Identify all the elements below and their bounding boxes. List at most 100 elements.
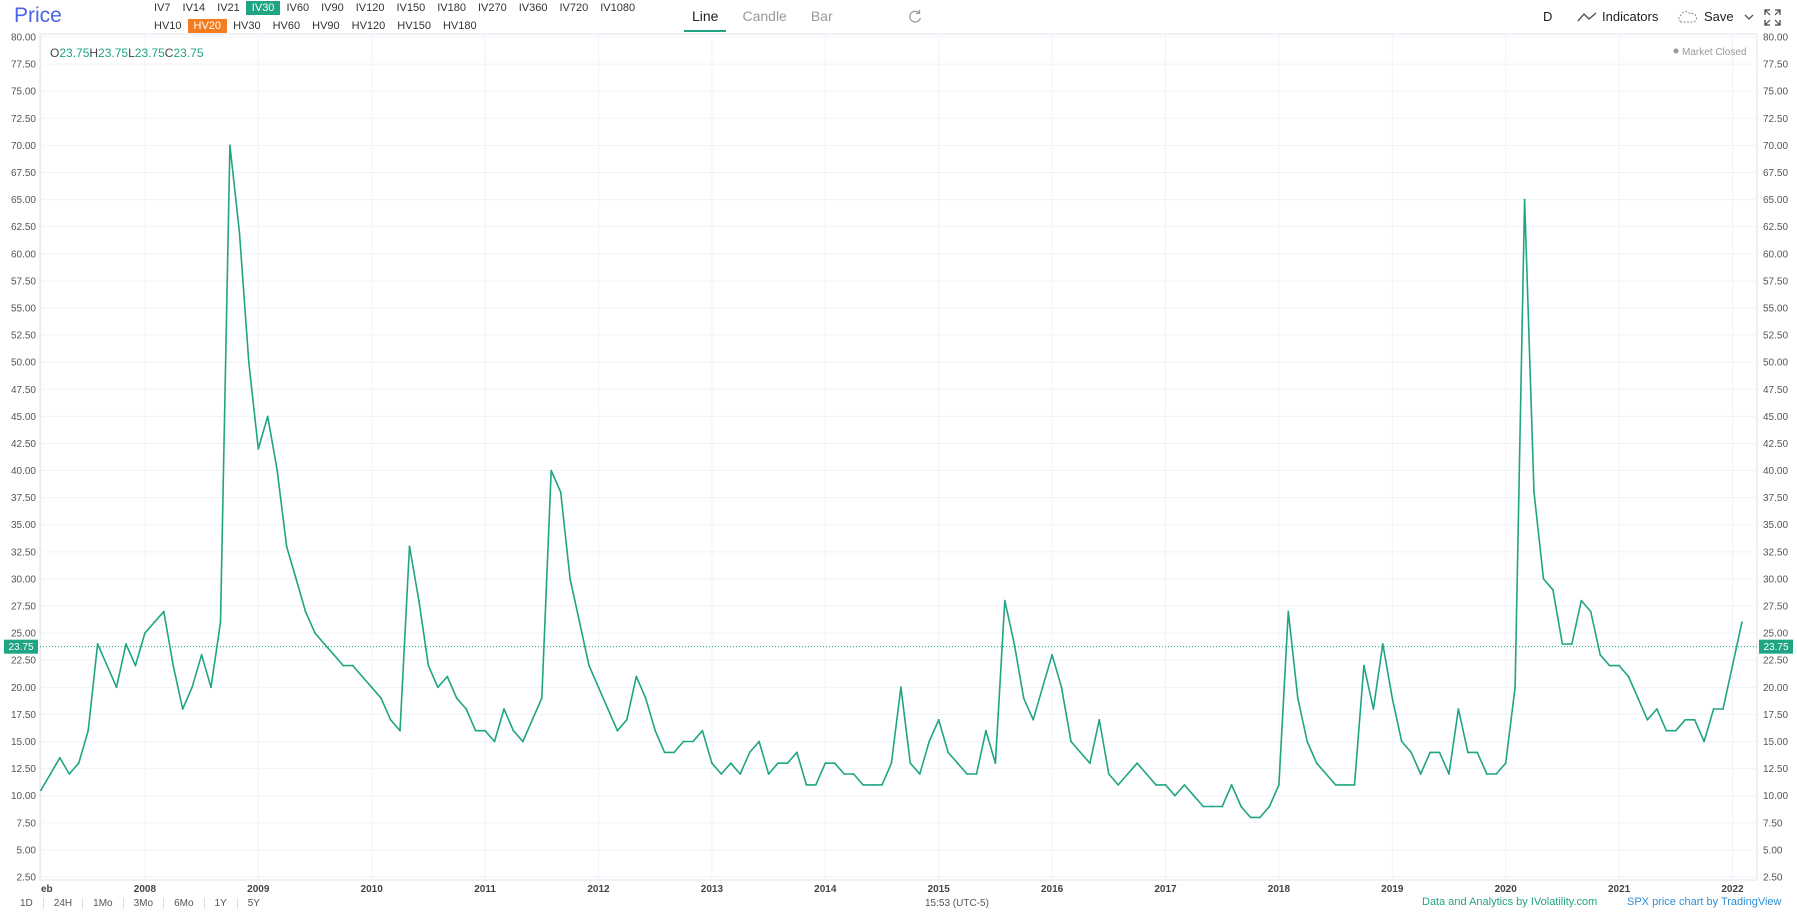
data-point: [1155, 784, 1157, 786]
legend-l-value: 23.75: [135, 46, 165, 60]
x-tick-label: 2010: [361, 884, 384, 894]
y-tick-label-left: 12.50: [11, 764, 36, 775]
y-tick-label-left: 7.50: [17, 818, 37, 829]
data-point: [191, 686, 194, 689]
data-point: [1580, 599, 1583, 602]
data-point: [351, 664, 354, 667]
data-point: [512, 729, 515, 732]
data-point: [446, 675, 449, 678]
data-point: [644, 697, 647, 700]
y-tick-label-left: 65.00: [11, 195, 36, 206]
data-point: [1230, 784, 1233, 786]
data-point: [1041, 686, 1044, 689]
y-tick-label-right: 62.50: [1763, 222, 1788, 233]
data-point: [370, 686, 373, 689]
y-tick-label-right: 37.50: [1763, 493, 1788, 504]
y-tick-label-right: 75.00: [1763, 87, 1788, 98]
data-point: [900, 686, 902, 689]
data-point: [1117, 784, 1120, 786]
data-point: [1457, 708, 1460, 710]
y-tick-label-right: 15.00: [1763, 737, 1788, 748]
data-point: [729, 762, 732, 765]
legend-h-value: 23.75: [98, 46, 128, 60]
data-point: [1438, 751, 1441, 754]
data-point: [607, 708, 609, 710]
price-chart[interactable]: 2.50 2.50 5.00 5.00 7.50 7.50 10.00 10.00 12.50 1…: [0, 0, 1797, 894]
data-point: [833, 762, 836, 765]
last-price-label-left: 23.75: [8, 642, 33, 653]
range-6mo[interactable]: 6Mo: [164, 898, 205, 909]
data-point: [1249, 816, 1252, 819]
data-point: [408, 545, 411, 548]
data-point: [285, 545, 288, 548]
data-point: [956, 762, 959, 765]
data-point: [68, 773, 71, 775]
data-point: [1079, 751, 1082, 754]
y-tick-label-left: 42.50: [11, 439, 36, 450]
data-point: [1126, 773, 1129, 775]
data-point: [947, 751, 949, 754]
data-point: [1542, 578, 1545, 580]
data-point: [210, 686, 212, 689]
ohlc-legend: O23.75H23.75L23.75C23.75: [50, 46, 204, 60]
tradingview-credit[interactable]: SPX price chart by TradingView: [1627, 896, 1781, 908]
data-point: [909, 762, 912, 765]
data-point: [767, 773, 770, 775]
data-point: [1400, 740, 1403, 743]
data-point: [96, 643, 99, 645]
data-point: [1467, 751, 1469, 754]
legend-o-value: 23.75: [59, 46, 89, 60]
y-tick-label-left: 25.00: [11, 629, 36, 640]
y-tick-label-right: 72.50: [1763, 114, 1788, 125]
y-tick-label-right: 17.50: [1763, 710, 1788, 721]
data-point: [1618, 664, 1620, 667]
y-tick-label-left: 50.00: [11, 358, 36, 369]
data-point: [436, 686, 439, 689]
y-tick-label-right: 22.50: [1763, 656, 1788, 667]
x-tick-label: 2013: [701, 884, 724, 894]
data-point: [219, 621, 222, 624]
data-point: [162, 610, 165, 613]
data-point: [550, 469, 553, 472]
data-point: [531, 718, 534, 721]
data-point: [569, 578, 571, 580]
data-point: [928, 740, 931, 743]
data-point: [578, 621, 581, 624]
data-point: [559, 491, 562, 494]
data-point: [1107, 773, 1110, 775]
y-tick-label-left: 30.00: [11, 574, 36, 585]
y-tick-label-left: 70.00: [11, 141, 36, 152]
data-point: [881, 784, 883, 786]
y-tick-label-right: 50.00: [1763, 358, 1788, 369]
data-point: [890, 762, 893, 765]
x-tick-label: 2012: [587, 884, 610, 894]
y-tick-label-left: 62.50: [11, 222, 36, 233]
y-tick-label-right: 67.50: [1763, 168, 1788, 179]
data-point: [1032, 718, 1035, 721]
data-credit[interactable]: Data and Analytics by IVolatility.com: [1422, 896, 1597, 908]
x-tick-label: 2019: [1381, 884, 1404, 894]
range-1mo[interactable]: 1Mo: [83, 898, 124, 909]
range-5y[interactable]: 5Y: [238, 898, 270, 909]
range-1d[interactable]: 1D: [10, 898, 44, 909]
range-3mo[interactable]: 3Mo: [124, 898, 165, 909]
data-point: [380, 697, 382, 700]
y-tick-label-right: 60.00: [1763, 249, 1788, 260]
range-24h[interactable]: 24H: [44, 898, 84, 909]
data-point: [229, 144, 231, 147]
data-point: [125, 643, 127, 645]
y-tick-label-left: 5.00: [17, 845, 37, 856]
range-1y[interactable]: 1Y: [205, 898, 238, 909]
data-point: [493, 740, 496, 743]
y-tick-label-right: 27.50: [1763, 602, 1788, 613]
data-point: [1145, 773, 1148, 775]
x-tick-label: 2014: [814, 884, 837, 894]
data-point: [1693, 718, 1696, 721]
data-point: [1174, 794, 1176, 797]
data-point: [994, 762, 997, 765]
legend-h-label: H: [89, 46, 98, 60]
data-point: [1202, 805, 1205, 808]
data-point: [1315, 762, 1318, 765]
market-status-dot: [1673, 48, 1679, 54]
data-point: [389, 718, 392, 721]
